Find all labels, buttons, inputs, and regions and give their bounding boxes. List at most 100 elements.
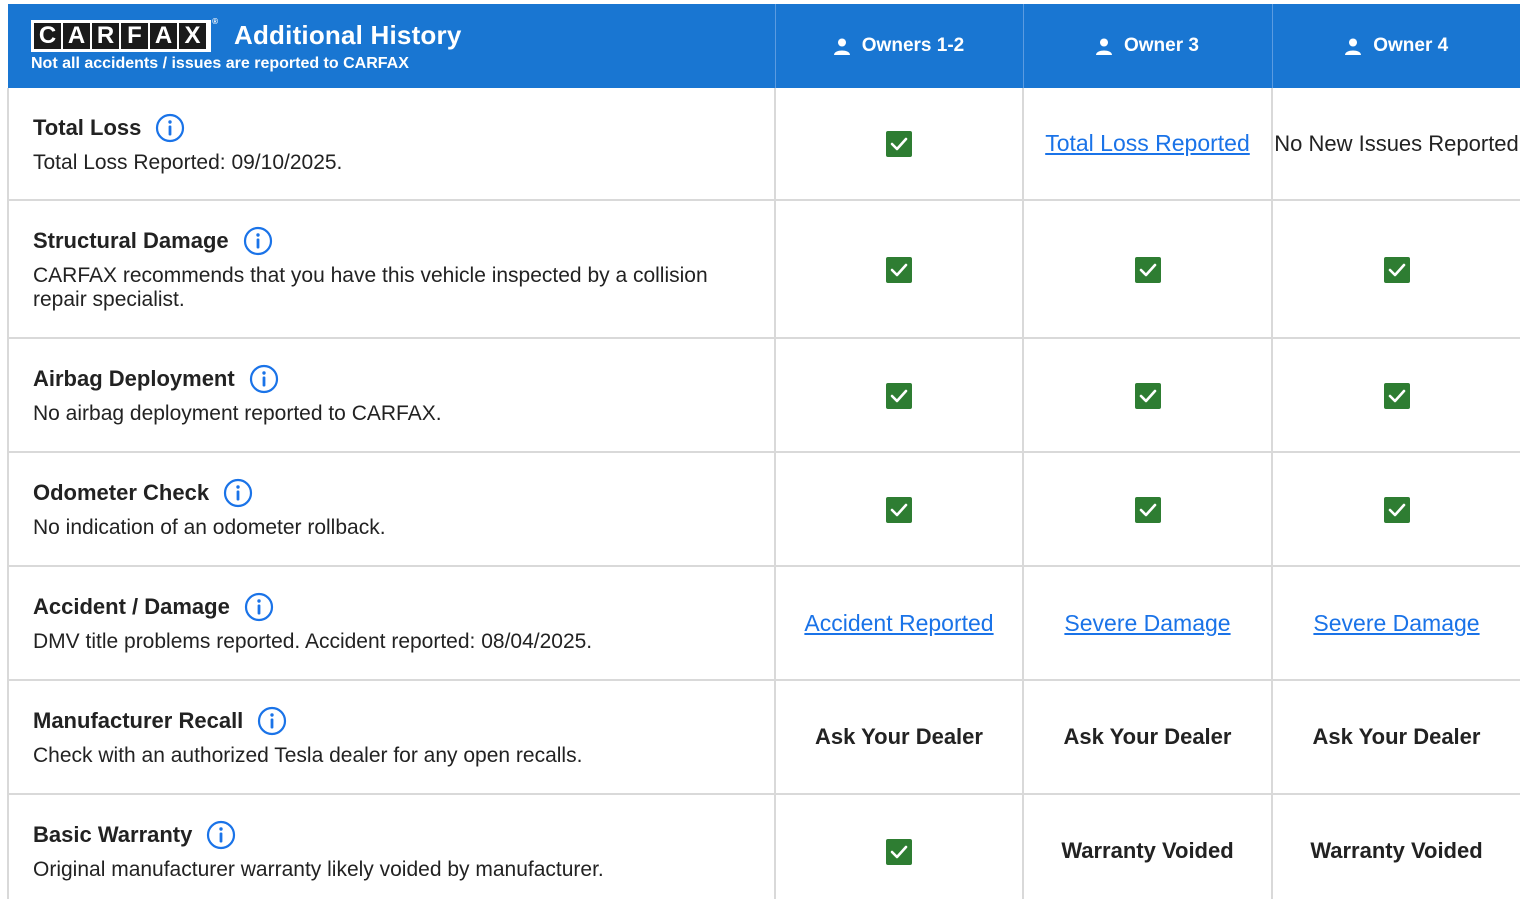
owner-status-cell bbox=[1272, 338, 1520, 453]
check-icon bbox=[1134, 256, 1161, 283]
owner-status-cell bbox=[1023, 338, 1273, 453]
row-description: No airbag deployment reported to CARFAX. bbox=[33, 402, 442, 425]
status-link[interactable]: Total Loss Reported bbox=[1045, 130, 1250, 156]
history-rows: Total Loss Total Loss Reported: 09/10/202… bbox=[7, 88, 1520, 899]
status-link[interactable]: Severe Damage bbox=[1313, 610, 1479, 636]
row-label-cell: Odometer Check No indication of an odomet… bbox=[7, 452, 776, 567]
history-row: Airbag Deployment No airbag deployment re… bbox=[7, 338, 1520, 453]
owner-status-cell: Severe Damage bbox=[1272, 566, 1520, 681]
owner-status-cell bbox=[775, 794, 1024, 899]
row-title-text: Total Loss bbox=[33, 114, 142, 140]
owner-status-cell: Total Loss Reported bbox=[1023, 88, 1273, 201]
row-title-text: Basic Warranty bbox=[33, 822, 193, 847]
history-row: Manufacturer Recall Check with an authori… bbox=[7, 680, 1520, 795]
check-icon bbox=[886, 256, 912, 283]
info-icon[interactable] bbox=[244, 592, 274, 622]
row-title-text: Accident / Damage bbox=[33, 594, 230, 619]
logo-letter: C bbox=[34, 22, 61, 49]
logo-letter: A bbox=[150, 22, 177, 49]
status-text: Ask Your Dealer bbox=[1312, 724, 1481, 749]
registered-mark-icon: ® bbox=[212, 16, 218, 26]
check-icon bbox=[1383, 496, 1410, 523]
row-title: Total Loss bbox=[33, 113, 750, 143]
history-row: Odometer Check No indication of an odomet… bbox=[7, 452, 1520, 567]
info-icon[interactable] bbox=[249, 364, 279, 394]
owner-column-header: Owner 3 bbox=[1023, 4, 1273, 88]
row-description: Total Loss Reported: 09/10/2025. bbox=[33, 150, 343, 174]
section-subtitle: Not all accidents / issues are reported … bbox=[31, 54, 409, 72]
info-icon[interactable] bbox=[257, 706, 287, 736]
owner-status-cell bbox=[1272, 452, 1520, 567]
row-title-text: Odometer Check bbox=[33, 480, 210, 505]
logo-letter: A bbox=[63, 22, 90, 49]
row-title-text: Airbag Deployment bbox=[33, 366, 235, 391]
row-title: Basic Warranty bbox=[33, 820, 750, 850]
row-description: CARFAX recommends that you have this veh… bbox=[33, 264, 708, 311]
status-text: Warranty Voided bbox=[1310, 838, 1483, 863]
row-label-cell: Basic Warranty Original manufacturer warr… bbox=[7, 794, 776, 899]
owner-status-cell bbox=[775, 338, 1024, 453]
row-label-cell: Structural Damage CARFAX recommends that … bbox=[7, 200, 776, 339]
owner-status-cell: Warranty Voided bbox=[1272, 794, 1520, 899]
row-title: Accident / Damage bbox=[33, 592, 750, 622]
info-icon[interactable] bbox=[206, 820, 236, 850]
check-icon bbox=[1134, 382, 1161, 409]
row-label-cell: Airbag Deployment No airbag deployment re… bbox=[7, 338, 776, 453]
status-text: Ask Your Dealer bbox=[815, 724, 983, 749]
status-text: No New Issues Reported bbox=[1274, 130, 1519, 156]
row-title-text: Manufacturer Recall bbox=[33, 708, 244, 733]
row-title: Airbag Deployment bbox=[33, 364, 750, 394]
row-label-cell: Total Loss Total Loss Reported: 09/10/202… bbox=[7, 88, 776, 201]
logo-letter: F bbox=[121, 22, 148, 49]
owner-status-cell bbox=[1272, 200, 1520, 339]
row-description: Check with an authorized Tesla dealer fo… bbox=[33, 744, 583, 767]
check-icon bbox=[886, 496, 912, 523]
header-row: C A R F A X ® Additional History Not all… bbox=[8, 4, 1520, 88]
section-title: Additional History bbox=[234, 20, 462, 50]
check-icon bbox=[886, 382, 912, 409]
owner-column-header: Owner 4 bbox=[1272, 4, 1520, 88]
row-title-text: Structural Damage bbox=[33, 228, 229, 253]
status-text: Warranty Voided bbox=[1061, 838, 1234, 863]
owner-label: Owner 4 bbox=[1373, 35, 1449, 56]
owner-status-cell: Warranty Voided bbox=[1023, 794, 1273, 899]
owner-status-cell: Ask Your Dealer bbox=[1023, 680, 1273, 795]
history-table: C A R F A X ® Additional History Not all… bbox=[7, 4, 1520, 899]
owner-status-cell: Ask Your Dealer bbox=[775, 680, 1024, 795]
owner-column-header: Owners 1-2 bbox=[775, 4, 1024, 88]
owner-status-cell bbox=[1023, 200, 1273, 339]
owner-label: Owners 1-2 bbox=[861, 35, 965, 56]
owner-status-cell: Accident Reported bbox=[775, 566, 1024, 681]
check-icon bbox=[1134, 496, 1161, 523]
person-icon bbox=[833, 38, 850, 55]
additional-history-panel: C A R F A X ® Additional History Not all… bbox=[7, 4, 1520, 899]
owner-label: Owner 3 bbox=[1124, 35, 1199, 56]
person-icon bbox=[1096, 38, 1112, 55]
row-description: DMV title problems reported. Accident re… bbox=[33, 630, 593, 653]
row-title: Structural Damage bbox=[33, 226, 750, 256]
status-link[interactable]: Accident Reported bbox=[804, 610, 993, 636]
owner-status-cell: No New Issues Reported bbox=[1272, 88, 1520, 201]
owner-status-cell bbox=[775, 452, 1024, 567]
history-row: Total Loss Total Loss Reported: 09/10/202… bbox=[7, 88, 1520, 201]
info-icon[interactable] bbox=[243, 226, 273, 256]
history-row: Structural Damage CARFAX recommends that … bbox=[7, 200, 1520, 339]
status-link[interactable]: Severe Damage bbox=[1064, 610, 1230, 636]
check-icon bbox=[1383, 256, 1410, 283]
owner-status-cell bbox=[775, 200, 1024, 339]
history-row: Basic Warranty Original manufacturer warr… bbox=[7, 794, 1520, 899]
header-title-cell: C A R F A X ® Additional History Not all… bbox=[8, 4, 776, 88]
owner-status-cell bbox=[775, 88, 1024, 201]
row-label-cell: Manufacturer Recall Check with an authori… bbox=[7, 680, 776, 795]
owner-status-cell: Severe Damage bbox=[1023, 566, 1273, 681]
logo-letter: R bbox=[92, 22, 119, 49]
logo-letter: X bbox=[179, 22, 206, 49]
info-icon[interactable] bbox=[155, 113, 185, 143]
row-title: Odometer Check bbox=[33, 478, 750, 508]
row-description: Original manufacturer warranty likely vo… bbox=[33, 858, 604, 881]
owner-status-cell: Ask Your Dealer bbox=[1272, 680, 1520, 795]
info-icon[interactable] bbox=[223, 478, 253, 508]
carfax-logo: C A R F A X ® bbox=[31, 17, 218, 52]
status-text: Ask Your Dealer bbox=[1063, 724, 1232, 749]
person-icon bbox=[1345, 38, 1362, 55]
